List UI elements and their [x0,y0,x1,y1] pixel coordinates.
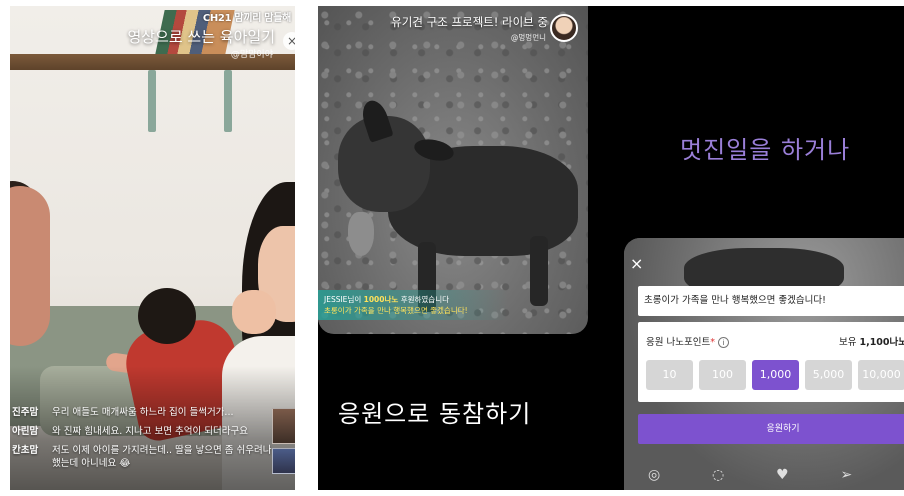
points-label: 응원 나노포인트* i [646,334,729,348]
cheer-message-input[interactable]: 초롱이가 가족을 만나 행복했으면 좋겠습니다! ⟳ [638,286,904,316]
donation-text: 후원하였습니다 [398,295,449,304]
chat-text: 우리 애들도 매개싸움 하느라 집이 들썩거가... [52,407,234,418]
cheer-submit-button[interactable]: 응원하기 [638,414,904,444]
amount-options: 10 100 1,000 5,000 10,000 [646,360,904,390]
donor-name: JESSIE [324,295,348,304]
live-video-dog[interactable]: 유기견 구조 프로젝트! 라이브 중 @멍멍먼니 JESSIE님이 1000나노… [318,6,588,334]
chat-text: 와 진짜 힘내세요. 지나고 보면 추억이 되더라구요 [52,426,248,437]
send-icon[interactable]: ➢ [840,467,852,483]
mother-hand [232,290,276,334]
close-icon[interactable]: × [630,254,643,273]
amount-option-100[interactable]: 100 [699,360,746,390]
shared-photo-thumbnail[interactable] [272,408,295,444]
amount-option-10000[interactable]: 10,000 [858,360,904,390]
chat-username[interactable]: 진주맘 [12,406,52,419]
amount-option-10[interactable]: 10 [646,360,693,390]
chat-icon[interactable]: ◌ [712,467,724,483]
dog-tongue [348,212,374,256]
chat-text: 저도 이제 아이를 가지려는데.. 딸을 낳으면 좀 쉬우려나 했는데 아니네요… [52,445,272,469]
right-headline: 멋진일을 하거나 [680,136,851,164]
shared-photo-thumbnail[interactable] [272,448,295,474]
child-head [138,288,196,344]
stream-title: 영상으로 쓰는 육아일기 [127,28,275,46]
info-icon[interactable]: i [717,337,729,348]
chat-username[interactable]: 아린맘 [12,425,52,438]
live-chat: 진주맘 우리 애들도 매개싸움 하느라 집이 들썩거가... 아린맘 와 진짜 … [12,406,274,476]
chat-message: 칸초맘 저도 이제 아이를 가지려는데.. 딸을 낳으면 좀 쉬우려나 했는데 … [12,444,274,470]
dog-leg [530,236,548,306]
points-label-text: 응원 나노포인트 [646,337,711,348]
required-mark: * [710,337,715,348]
donation-message: 초롱이가 가족을 만나 행복했으면 좋겠습니다! [324,306,468,315]
donation-line: JESSIE님이 1000나노 후원하였습니다 [324,294,502,305]
shelf-bracket [148,70,156,132]
layers-icon[interactable]: ◎ [648,467,660,483]
close-icon[interactable]: × [283,32,295,50]
live-title: 유기견 구조 프로젝트! 라이브 중 [391,15,548,29]
shelf-bracket [224,70,232,132]
points-balance: 보유 1,100나노+ [839,334,904,349]
balance-value: 1,100나노 [859,337,904,348]
bottom-action-bar: ◎ ◌ ♥ ➢ ⋯ [638,460,904,490]
donate-panel: 멋진일을 하거나 × 초롱이가 가족을 만나 행복했으면 좋겠습니다! ⟳ 응원… [588,6,904,490]
chat-message: 진주맘 우리 애들도 매개싸움 하느라 집이 들썩거가... [12,406,274,419]
amount-option-5000[interactable]: 5,000 [805,360,852,390]
chat-message: 아린맘 와 진짜 힘내세요. 지나고 보면 추억이 되더라구요 [12,425,274,438]
channel-label: CH21 맘끼리 맘들해 [202,13,291,24]
rescue-live-panel: 유기견 구조 프로젝트! 라이브 중 @멍멍먼니 JESSIE님이 1000나노… [318,6,588,490]
screenshot-stage: CH21 맘끼리 맘들해 영상으로 쓰는 육아일기 @맘맘이야 × 진주맘 우리… [0,0,904,496]
donate-sheet: × 초롱이가 가족을 만나 행복했으면 좋겠습니다! ⟳ 응원 나노포인트*i … [624,238,904,490]
heart-icon[interactable]: ♥ [776,467,789,483]
child-left [10,186,50,346]
cheer-headline: 응원으로 동참하기 [338,400,532,428]
cheer-message-text: 초롱이가 가족을 만나 행복했으면 좋겠습니다! [644,295,826,306]
chat-username[interactable]: 칸초맘 [12,444,52,470]
donation-amount: 1000나노 [363,295,399,304]
amount-option-1000[interactable]: 1,000 [752,360,799,390]
live-stream-parenting[interactable]: CH21 맘끼리 맘들해 영상으로 쓰는 육아일기 @맘맘이야 × 진주맘 우리… [10,6,295,490]
live-author[interactable]: @멍멍먼니 [511,32,546,43]
donation-notice: JESSIE님이 1000나노 후원하였습니다 초롱이가 가족을 만나 행복했으… [318,290,508,320]
donation-text: 님이 [347,295,364,304]
points-card: 응원 나노포인트*i 보유 1,100나노+ 10 100 1,000 5,00… [638,322,904,402]
streamer-avatar[interactable] [550,14,578,42]
balance-label: 보유 [838,337,860,348]
stream-author[interactable]: @맘맘이야 [231,47,273,60]
